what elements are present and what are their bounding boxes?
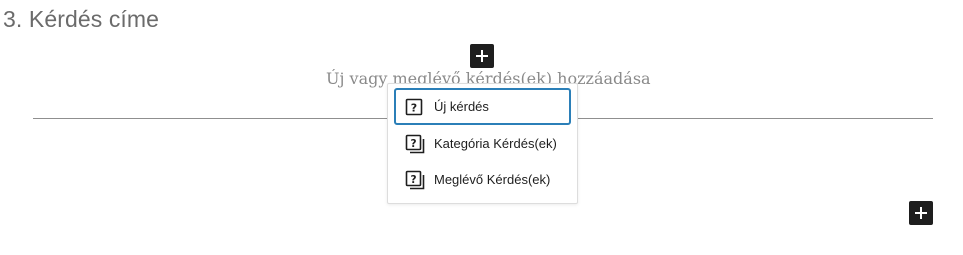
menu-item-label: Kategória Kérdés(ek)	[434, 136, 557, 151]
plus-icon	[476, 50, 488, 62]
svg-text:?: ?	[410, 137, 416, 149]
svg-text:?: ?	[410, 173, 416, 185]
question-stack-icon: ?	[405, 133, 427, 155]
menu-item-existing-questions[interactable]: ? Meglévő Kérdés(ek)	[394, 161, 571, 198]
question-icon: ?	[405, 96, 427, 118]
question-title[interactable]: 3. Kérdés címe	[3, 6, 159, 33]
menu-item-new-question[interactable]: ? Új kérdés	[394, 88, 571, 125]
question-stack-icon: ?	[405, 169, 427, 191]
editor-canvas: 3. Kérdés címe Új vagy meglévő kérdés(ek…	[0, 0, 963, 255]
plus-icon	[915, 207, 927, 219]
svg-text:?: ?	[411, 101, 417, 114]
menu-item-label: Meglévő Kérdés(ek)	[434, 172, 551, 187]
menu-item-category-questions[interactable]: ? Kategória Kérdés(ek)	[394, 125, 571, 162]
inserter-dropdown: ? Új kérdés ? Kategória Kérdés(ek) ? Meg…	[387, 83, 578, 204]
menu-item-label: Új kérdés	[434, 99, 489, 114]
add-block-button-bottom[interactable]	[909, 201, 933, 225]
add-block-button[interactable]	[470, 44, 494, 68]
